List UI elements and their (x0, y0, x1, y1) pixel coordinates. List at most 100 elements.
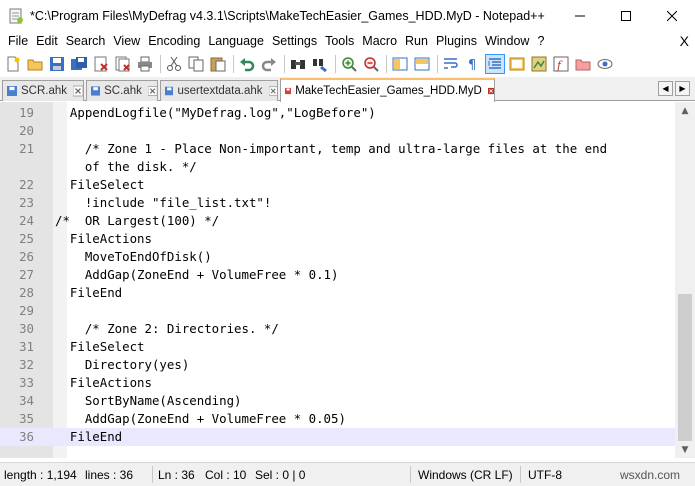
line-number: 22 (19, 177, 34, 192)
tab-scroll-right-button[interactable]: ▶ (675, 81, 690, 96)
redo-icon[interactable] (260, 55, 278, 73)
editor-line[interactable]: 21 /* Zone 1 - Place Non-important, temp… (0, 140, 675, 158)
scroll-up-button[interactable]: ▲ (675, 102, 695, 119)
print-icon[interactable] (136, 55, 154, 73)
line-number: 28 (19, 285, 34, 300)
vertical-scrollbar[interactable]: ▲ ▼ (675, 102, 695, 458)
menu-file[interactable]: File (0, 34, 28, 48)
minimize-button[interactable] (557, 0, 603, 31)
open-file-icon[interactable] (26, 55, 44, 73)
menu-settings[interactable]: Settings (264, 34, 317, 48)
close-window-button[interactable] (649, 0, 695, 31)
editor-line[interactable]: 32 Directory(yes) (0, 356, 675, 374)
menu-plugins[interactable]: Plugins (428, 34, 477, 48)
saved-disk-icon (91, 86, 101, 96)
line-number: 21 (19, 141, 34, 156)
watermark: wsxdn.com (620, 468, 681, 482)
svg-text:¶: ¶ (468, 58, 476, 72)
code-text: FileActions (55, 375, 152, 390)
status-column: Col : 10 (205, 468, 247, 482)
code-text: /* OR Largest(100) */ (55, 213, 220, 228)
current-editor-line[interactable]: 36 FileEnd (0, 428, 675, 446)
menu-tools[interactable]: Tools (317, 34, 354, 48)
find-icon[interactable] (289, 55, 307, 73)
editor-line[interactable]: 30 /* Zone 2: Directories. */ (0, 320, 675, 338)
folder-workspace-icon[interactable] (574, 55, 592, 73)
editor-line[interactable]: 28 FileEnd (0, 284, 675, 302)
paste-icon[interactable] (209, 55, 227, 73)
menu-run[interactable]: Run (397, 34, 428, 48)
save-icon[interactable] (48, 55, 66, 73)
tab-close-icon[interactable] (487, 85, 494, 97)
tab-sc-ahk[interactable]: SC.ahk (86, 80, 158, 101)
editor-line[interactable]: of the disk. */ (0, 158, 675, 176)
menu-edit[interactable]: Edit (28, 34, 58, 48)
scroll-thumb[interactable] (678, 294, 692, 441)
scroll-down-button[interactable]: ▼ (675, 441, 695, 458)
status-eol-format[interactable]: Windows (CR LF) (418, 468, 513, 482)
tab-maketecheasier-games-hdd-myd[interactable]: MakeTechEasier_Games_HDD.MyD (280, 78, 495, 102)
word-wrap-icon[interactable] (442, 55, 460, 73)
line-number: 20 (19, 123, 34, 138)
editor-line[interactable]: 24 /* OR Largest(100) */ (0, 212, 675, 230)
new-file-icon[interactable] (4, 55, 22, 73)
menu-help[interactable]: ? (529, 34, 544, 48)
status-selection: Sel : 0 | 0 (255, 468, 306, 482)
editor-line[interactable]: 35 AddGap(ZoneEnd + VolumeFree * 0.05) (0, 410, 675, 428)
document-tab-bar: SCR.ahk SC.ahk usertextdata.ahk MakeTech… (0, 77, 695, 102)
sync-horizontal-icon[interactable] (413, 55, 431, 73)
tab-usertextdata-ahk[interactable]: usertextdata.ahk (160, 80, 278, 101)
tab-close-icon[interactable] (147, 85, 157, 97)
arrow-left-icon: ◀ (662, 84, 669, 93)
editor-line[interactable]: 34 SortByName(Ascending) (0, 392, 675, 410)
tab-scroll-left-button[interactable]: ◀ (658, 81, 673, 96)
maximize-button[interactable] (603, 0, 649, 31)
editor-line[interactable]: 33 FileActions (0, 374, 675, 392)
text-editor[interactable]: 19 AppendLogfile("MyDefrag.log","LogBefo… (0, 102, 675, 458)
menu-search[interactable]: Search (58, 34, 106, 48)
tab-close-icon[interactable] (268, 85, 277, 97)
function-list-icon[interactable]: f (552, 55, 570, 73)
status-encoding[interactable]: UTF-8 (528, 468, 562, 482)
replace-icon[interactable] (311, 55, 329, 73)
editor-line[interactable]: 22 FileSelect (0, 176, 675, 194)
toolbar-separator (160, 54, 161, 73)
line-number: 29 (19, 303, 34, 318)
zoom-out-icon[interactable] (362, 55, 380, 73)
copy-icon[interactable] (187, 55, 205, 73)
sync-vertical-icon[interactable] (391, 55, 409, 73)
save-all-icon[interactable] (70, 55, 88, 73)
indent-guide-icon[interactable] (485, 53, 505, 74)
editor-line[interactable]: 19 AppendLogfile("MyDefrag.log","LogBefo… (0, 104, 675, 122)
saved-disk-icon (165, 86, 174, 96)
editor-line[interactable]: 27 AddGap(ZoneEnd + VolumeFree * 0.1) (0, 266, 675, 284)
tab-scr-ahk[interactable]: SCR.ahk (2, 80, 84, 101)
menu-encoding[interactable]: Encoding (140, 34, 200, 48)
monitoring-icon[interactable] (596, 55, 614, 73)
cut-icon[interactable] (165, 55, 183, 73)
status-line-number: Ln : 36 (158, 468, 195, 482)
editor-line[interactable]: 29 (0, 302, 675, 320)
close-all-icon[interactable] (114, 55, 132, 73)
arrow-up-icon: ▲ (681, 105, 689, 116)
undo-icon[interactable] (238, 55, 256, 73)
status-separator (152, 466, 153, 483)
tab-close-icon[interactable] (73, 85, 83, 97)
editor-line[interactable]: 31 FileSelect (0, 338, 675, 356)
show-all-chars-icon[interactable]: ¶ (464, 55, 482, 73)
menu-window[interactable]: Window (477, 34, 529, 48)
zoom-in-icon[interactable] (340, 55, 358, 73)
editor-line[interactable]: 25 FileActions (0, 230, 675, 248)
doc-map-icon[interactable] (530, 55, 548, 73)
tab-label: usertextdata.ahk (177, 85, 263, 97)
editor-line[interactable]: 20 (0, 122, 675, 140)
menu-language[interactable]: Language (200, 34, 264, 48)
menu-view[interactable]: View (105, 34, 140, 48)
menu-macro[interactable]: Macro (354, 34, 397, 48)
user-language-icon[interactable] (508, 55, 526, 73)
close-document-button[interactable]: X (680, 33, 689, 49)
close-file-icon[interactable] (92, 55, 110, 73)
editor-line[interactable]: 26 MoveToEndOfDisk() (0, 248, 675, 266)
editor-line[interactable]: 23 !include "file_list.txt"! (0, 194, 675, 212)
line-number: 23 (19, 195, 34, 210)
